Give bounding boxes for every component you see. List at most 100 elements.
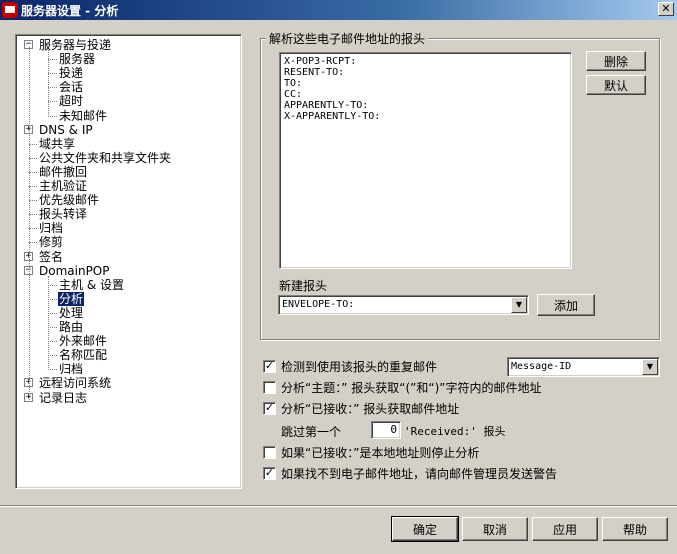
tree-item-label: 服务器与投递: [39, 38, 112, 52]
tree-connector: [48, 341, 57, 343]
chevron-down-icon[interactable]: ▼: [511, 297, 527, 313]
tree-item[interactable]: 外来邮件: [58, 334, 108, 348]
add-button[interactable]: 添加: [537, 294, 595, 316]
tree-item[interactable]: 邮件撤回: [38, 165, 88, 179]
tree-item[interactable]: 域共享: [38, 137, 76, 151]
tree-item[interactable]: 分析: [56, 290, 86, 307]
tree-item-label: 记录日志: [39, 390, 88, 405]
tree-item[interactable]: DNS & IP: [38, 123, 94, 137]
tree-connector: [48, 59, 57, 61]
subject-checkbox[interactable]: [263, 381, 276, 394]
header-list-item[interactable]: CC:: [284, 89, 567, 100]
tree-item-label: 投递: [59, 66, 84, 81]
stop-local-label: 如果“已接收：”是本地地址则停止分析: [281, 446, 480, 460]
tree-item-label: 归档: [39, 221, 64, 236]
tree-item[interactable]: 处理: [58, 306, 84, 320]
tree-item[interactable]: 优先级邮件: [38, 193, 100, 207]
tree-item[interactable]: 名称匹配: [58, 348, 108, 362]
skip-count-input[interactable]: 0: [371, 421, 401, 439]
tree-item[interactable]: 路由: [58, 320, 84, 334]
app-icon: [2, 2, 18, 18]
tree-connector: [48, 73, 57, 75]
tree-item[interactable]: 签名: [38, 250, 64, 264]
tree-connector: [48, 355, 57, 357]
tree-item[interactable]: 服务器: [58, 52, 96, 66]
duplicate-label: 检测到使用该报头的重复邮件: [281, 360, 438, 374]
tree-item[interactable]: 会话: [58, 80, 84, 94]
tree-item-label: 路由: [59, 320, 84, 334]
header-list-item[interactable]: X-APPARENTLY-TO:: [284, 111, 567, 122]
tree-connector: [48, 50, 49, 117]
tree-connector: [29, 47, 30, 400]
title-bar: 服务器设置 - 分析 ✕: [0, 0, 677, 20]
cancel-button[interactable]: 取消: [462, 517, 528, 541]
tree-item-label: 修剪: [39, 235, 64, 250]
help-button[interactable]: 帮助: [602, 517, 668, 541]
tree-connector: [29, 228, 37, 230]
tree-item-label: 邮件撤回: [39, 164, 88, 179]
tree-connector: [29, 242, 37, 244]
tree-item[interactable]: 修剪: [38, 235, 64, 249]
tree-item[interactable]: 归档: [58, 362, 84, 376]
tree-item-label: 主机验证: [39, 179, 88, 193]
skip-suffix-label: 'Received:' 报头: [404, 425, 506, 438]
tree-connector: [48, 369, 57, 371]
close-button[interactable]: ✕: [658, 2, 674, 16]
warn-admin-label: 如果找不到电子邮件地址，请向邮件管理员发送警告: [281, 467, 558, 481]
tree-connector: [29, 186, 37, 187]
tree-item-label: 外来邮件: [59, 334, 108, 349]
tree-connector: [29, 171, 37, 173]
tree-item-label: 超时: [59, 94, 84, 109]
tree-item-label: 服务器: [59, 52, 96, 67]
tree-connector: [48, 284, 57, 286]
tree-connector: [48, 275, 49, 371]
duplicate-header-select[interactable]: Message-ID ▼: [507, 357, 660, 377]
tree-item[interactable]: 归档: [38, 221, 64, 235]
warn-admin-checkbox[interactable]: ✓: [263, 467, 276, 480]
tree-item[interactable]: 超时: [58, 94, 84, 108]
tree-item[interactable]: 主机验证: [38, 179, 88, 193]
tree-item[interactable]: 记录日志: [38, 391, 88, 405]
tree-connector: [48, 312, 57, 314]
header-list-item[interactable]: RESENT-TO:: [284, 67, 567, 78]
tree-connector: [48, 298, 57, 300]
stop-local-checkbox[interactable]: [263, 446, 276, 459]
tree-item[interactable]: 报头转译: [38, 207, 88, 221]
new-header-combo[interactable]: ENVELOPE-TO: ▼: [278, 295, 529, 315]
tree-item-label: 主机 & 设置: [59, 277, 124, 292]
tree-item[interactable]: 主机 & 设置: [58, 278, 125, 292]
headers-list[interactable]: X-POP3-RCPT: RESENT-TO: TO: CC: APPARENTLY-T…: [279, 52, 572, 269]
delete-button[interactable]: 删除: [586, 51, 646, 71]
tree-item[interactable]: 未知邮件: [58, 109, 108, 123]
header-list-item[interactable]: TO:: [284, 78, 567, 89]
tree-connector: [29, 157, 37, 159]
tree-item[interactable]: 远程访问系统: [38, 376, 112, 390]
tree-item[interactable]: 服务器与投递: [38, 38, 112, 52]
tree-connector: [48, 101, 57, 103]
tree-item-label: 公共文件夹和共享文件夹: [39, 150, 172, 165]
tree-item-label: 归档: [59, 362, 84, 377]
tree-item[interactable]: 投递: [58, 66, 84, 80]
header-list-item[interactable]: APPARENTLY-TO:: [284, 100, 567, 111]
skip-prefix-label: 跳过第一个: [281, 425, 342, 439]
tree-item-label: DNS & IP: [39, 122, 93, 137]
tree-connector: [29, 143, 37, 145]
ok-button[interactable]: 确定: [391, 516, 459, 542]
tree-connector: [29, 200, 37, 202]
new-header-value: ENVELOPE-TO:: [282, 299, 355, 310]
chevron-down-icon[interactable]: ▼: [642, 359, 658, 375]
tree-item-label: 报头转译: [39, 207, 88, 222]
tree-item-label: 域共享: [39, 136, 76, 151]
tree-connector: [48, 327, 57, 328]
settings-tree[interactable]: 服务器与投递 − 服务器 投递 会话 超时 未知邮件 DNS & IP + 域共享 公共文件夹和共享…: [15, 34, 242, 489]
tree-connector: [48, 115, 57, 117]
header-list-item[interactable]: X-POP3-RCPT:: [284, 56, 567, 67]
apply-button[interactable]: 应用: [532, 517, 598, 541]
tree-item-label: 签名: [39, 249, 64, 264]
duplicate-checkbox[interactable]: ✓: [263, 360, 276, 373]
tree-item[interactable]: 公共文件夹和共享文件夹: [38, 151, 172, 165]
received-checkbox[interactable]: ✓: [263, 402, 276, 415]
default-button[interactable]: 默认: [586, 75, 646, 95]
tree-item-label: 名称匹配: [59, 348, 108, 363]
subject-label: 分析“主题：” 报头获取“(”和“)”字符内的邮件地址: [281, 381, 542, 395]
